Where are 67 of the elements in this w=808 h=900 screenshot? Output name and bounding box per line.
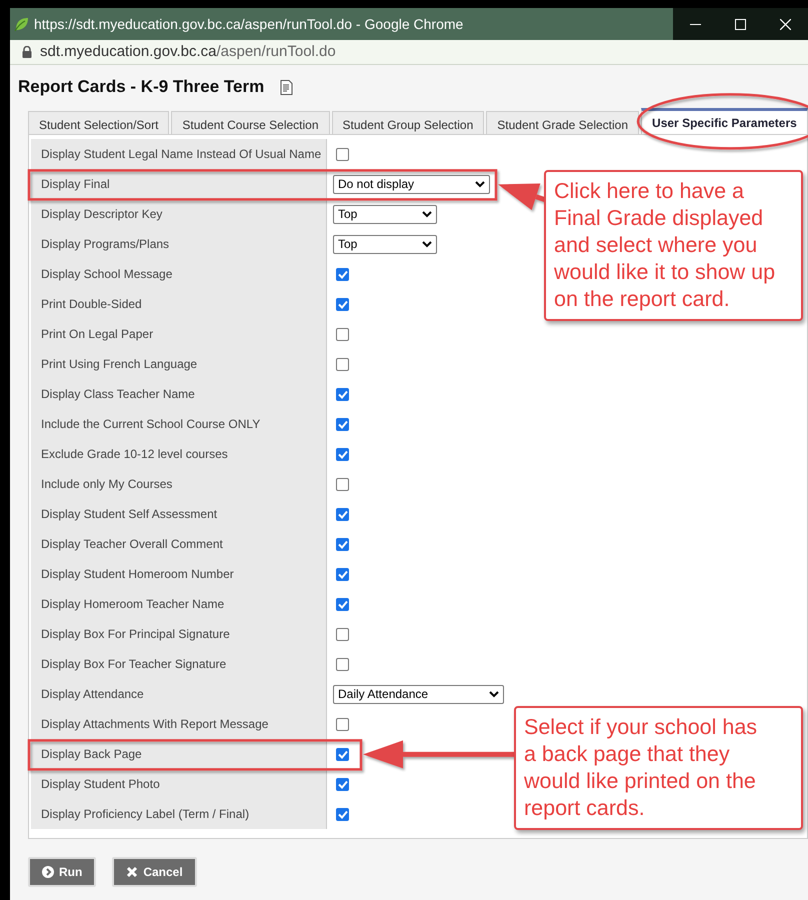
callout-note: Select if your school has a back page that they would like printed on the report cards. <box>514 706 803 830</box>
dropdown[interactable]: Top <box>333 234 437 254</box>
x-icon <box>126 866 138 878</box>
play-circle-icon <box>42 866 54 878</box>
parameter-label: Display Student Photo <box>31 769 327 800</box>
checkbox[interactable] <box>336 148 349 161</box>
chevron-down-icon <box>489 690 499 698</box>
checkbox[interactable] <box>336 808 349 821</box>
checkbox[interactable] <box>336 388 349 401</box>
tab[interactable]: Student Group Selection <box>332 111 484 134</box>
parameter-label: Display Descriptor Key <box>31 199 327 230</box>
parameter-label: Display Box For Principal Signature <box>31 619 327 650</box>
parameter-label: Display Student Self Assessment <box>31 499 327 530</box>
page-title: Report Cards - K-9 Three Term <box>18 77 264 98</box>
chevron-down-icon <box>422 210 432 218</box>
parameter-label: Include the Current School Course ONLY <box>31 409 327 440</box>
checkbox[interactable] <box>336 538 349 551</box>
run-button[interactable]: Run <box>28 857 96 888</box>
window-title: https://sdt.myeducation.gov.bc.ca/aspen/runTool.do - Google Chrome <box>34 14 464 34</box>
parameter-label: Display School Message <box>31 259 327 290</box>
checkbox[interactable] <box>336 508 349 521</box>
parameter-label: Display Proficiency Label (Term / Final) <box>31 799 327 830</box>
parameter-label: Display Box For Teacher Signature <box>31 649 327 680</box>
close-icon <box>780 18 791 30</box>
chevron-down-icon <box>422 240 432 248</box>
checkbox[interactable] <box>336 718 349 731</box>
maximize-icon <box>735 18 746 30</box>
tab[interactable]: Student Selection/Sort <box>28 111 170 134</box>
leaf-logo-icon <box>14 16 30 32</box>
callout-arrow <box>498 183 547 210</box>
chevron-down-icon <box>475 180 485 188</box>
checkbox[interactable] <box>336 778 349 791</box>
checkbox[interactable] <box>336 658 349 671</box>
parameter-label: Print Using French Language <box>31 349 327 380</box>
checkbox[interactable] <box>336 268 349 281</box>
parameter-label: Display Attendance <box>31 679 327 710</box>
dropdown[interactable]: Daily Attendance <box>333 684 504 704</box>
parameter-label: Display Attachments With Report Message <box>31 709 327 740</box>
checkbox[interactable] <box>336 568 349 581</box>
parameter-label: Print Double-Sided <box>31 289 327 320</box>
parameter-label: Exclude Grade 10-12 level courses <box>31 439 327 470</box>
document-icon[interactable] <box>280 80 294 95</box>
checkbox[interactable] <box>336 748 349 761</box>
tab[interactable]: Student Grade Selection <box>486 111 640 134</box>
dropdown[interactable]: Top <box>333 204 437 224</box>
checkbox[interactable] <box>336 328 349 341</box>
checkbox[interactable] <box>336 358 349 371</box>
parameter-label: Display Student Homeroom Number <box>31 559 327 590</box>
dropdown[interactable]: Do not display <box>333 174 490 194</box>
parameter-label: Include only My Courses <box>31 469 327 500</box>
checkbox[interactable] <box>336 298 349 311</box>
parameter-label: Display Programs/Plans <box>31 229 327 260</box>
callout-note: Click here to have a Final Grade displayed and select where you would like it to show up on the report card. <box>544 170 803 321</box>
parameter-label: Display Teacher Overall Comment <box>31 529 327 560</box>
checkbox[interactable] <box>336 628 349 641</box>
tab[interactable]: Student Course Selection <box>171 111 330 134</box>
parameter-label: Print On Legal Paper <box>31 319 327 350</box>
checkbox[interactable] <box>336 478 349 491</box>
checkbox[interactable] <box>336 598 349 611</box>
checkbox[interactable] <box>336 448 349 461</box>
lock-icon <box>22 46 32 58</box>
cancel-button[interactable]: Cancel <box>112 857 197 888</box>
checkbox[interactable] <box>336 418 349 431</box>
parameter-label: Display Student Legal Name Instead Of Usual Name <box>31 139 327 170</box>
tab[interactable]: User Specific Parameters <box>641 108 808 134</box>
parameter-label: Display Homeroom Teacher Name <box>31 589 327 620</box>
parameter-label: Display Class Teacher Name <box>31 379 327 410</box>
